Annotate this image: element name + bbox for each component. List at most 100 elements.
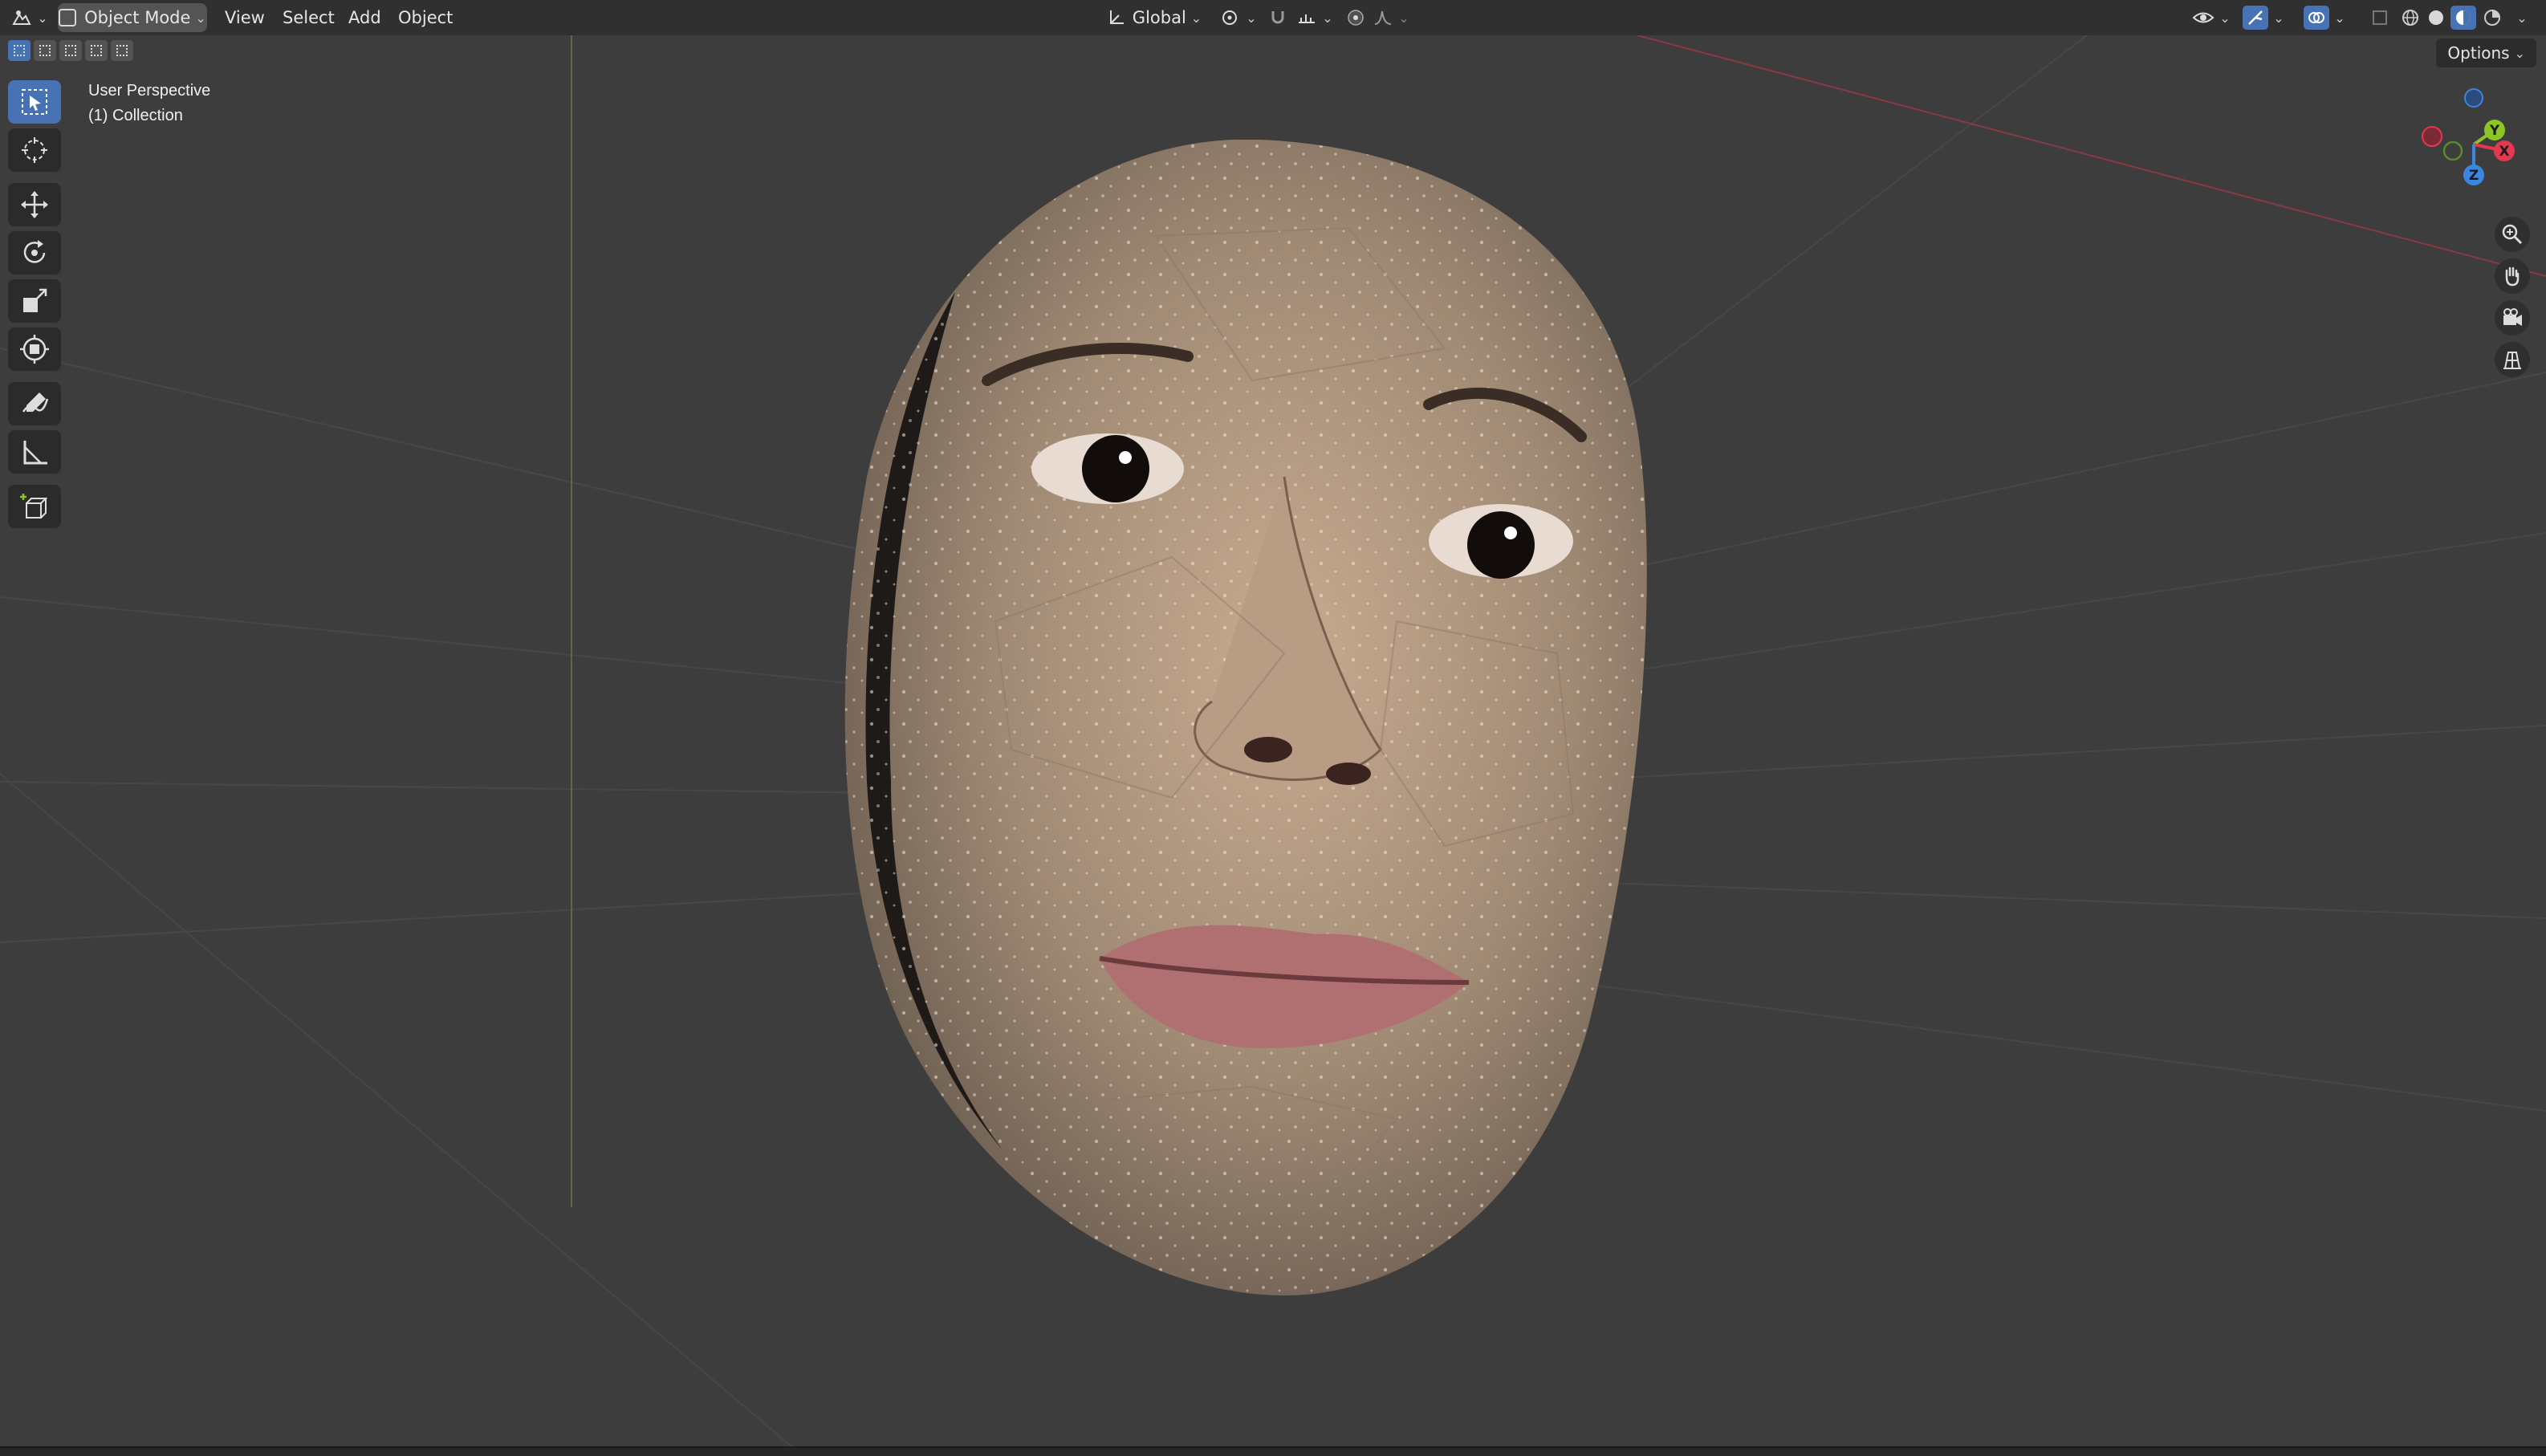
select-invert-button[interactable]: [85, 40, 108, 61]
grid-icon: [2503, 352, 2521, 369]
add-cube-icon: [20, 494, 48, 519]
menu-add[interactable]: Add: [344, 3, 386, 32]
move-tool[interactable]: [8, 183, 61, 226]
measure-tool[interactable]: [8, 430, 61, 474]
select-subtract-button[interactable]: [59, 40, 82, 61]
shading-options-dropdown[interactable]: ⌄: [2507, 3, 2532, 32]
chevron-down-icon: ⌄: [1246, 10, 1257, 26]
rendered-shading-icon: [2484, 10, 2500, 26]
snap-toggle[interactable]: [1265, 3, 1291, 32]
shading-solid[interactable]: [2424, 3, 2448, 32]
scale-tool[interactable]: [8, 279, 61, 323]
menu-object[interactable]: Object: [393, 3, 458, 32]
measure-icon: [23, 441, 47, 465]
shading-material-preview[interactable]: [2450, 3, 2477, 32]
solid-shading-icon: [2429, 10, 2443, 25]
orientation-icon: [1109, 10, 1124, 24]
object-mode-icon: [59, 9, 77, 26]
camera-view-button[interactable]: [2495, 300, 2530, 336]
neg-y-handle: [2442, 140, 2463, 161]
chevron-down-icon: ⌄: [37, 10, 48, 26]
snap-target-dropdown[interactable]: ⌄: [1294, 3, 1336, 32]
chevron-down-icon: ⌄: [2334, 10, 2345, 26]
add-cube-tool[interactable]: [8, 485, 61, 528]
menu-view[interactable]: View: [220, 3, 270, 32]
select-new-button[interactable]: [8, 40, 31, 61]
ortho-toggle-button[interactable]: [2495, 342, 2530, 377]
xray-toggle[interactable]: [2368, 3, 2392, 32]
chevron-down-icon: ⌄: [1398, 10, 1409, 26]
options-label: Options: [2447, 43, 2510, 63]
falloff-dropdown[interactable]: ⌄: [1371, 3, 1411, 32]
mode-label: Object Mode: [84, 8, 191, 27]
proportional-edit-toggle[interactable]: [1344, 3, 1368, 32]
mode-selector[interactable]: Object Mode ⌄: [58, 3, 207, 32]
select-intersect-button[interactable]: [111, 40, 133, 61]
perspective-label: User Perspective: [88, 82, 211, 100]
select-intersect-icon: [116, 45, 128, 56]
magnet-icon: [1271, 11, 1284, 24]
neg-x-handle: [2422, 126, 2442, 147]
xray-icon: [2373, 10, 2387, 25]
proportional-edit-icon: [1348, 10, 1364, 26]
viewport-header: ⌄ Object Mode ⌄ View Select Add Object G…: [0, 0, 2546, 35]
gizmo-icon: [2248, 10, 2263, 25]
falloff-icon: [1375, 10, 1392, 25]
shading-wireframe[interactable]: [2398, 3, 2422, 32]
pivot-point-dropdown[interactable]: ⌄: [1218, 3, 1259, 32]
cursor-tool[interactable]: [8, 128, 61, 172]
annotate-icon: [22, 392, 49, 413]
hand-icon: [2505, 266, 2520, 287]
select-box-tool[interactable]: [8, 80, 61, 124]
wireframe-shading-icon: [2402, 10, 2418, 26]
select-extend-button[interactable]: [34, 40, 56, 61]
neg-z-handle: [2464, 88, 2483, 108]
select-extend-icon: [39, 45, 51, 56]
x-axis-label: X: [2499, 144, 2509, 160]
navigation-gizmo[interactable]: Y X Z: [2400, 77, 2520, 205]
chevron-down-icon: ⌄: [2273, 10, 2284, 26]
3d-viewport[interactable]: User Perspective (1) Collection Options …: [0, 35, 2546, 1456]
zoom-button[interactable]: [2495, 217, 2530, 252]
status-bar: [0, 1446, 2546, 1456]
overlays-icon: [2308, 12, 2325, 23]
chevron-down-icon: ⌄: [2219, 10, 2231, 26]
selection-mode-strip: [8, 40, 133, 64]
chevron-down-icon: ⌄: [1190, 10, 1202, 26]
editor-type-button[interactable]: ⌄: [10, 3, 50, 32]
orientation-label: Global: [1132, 8, 1186, 27]
pan-button[interactable]: [2495, 258, 2530, 294]
material-preview-icon: [2456, 10, 2471, 25]
pivot-icon: [1222, 10, 1238, 25]
transform-tool[interactable]: [8, 327, 61, 371]
shading-rendered[interactable]: [2480, 3, 2504, 32]
face-mesh-object[interactable]: [835, 140, 1670, 1312]
options-dropdown[interactable]: Options ⌄: [2436, 39, 2536, 67]
cursor-icon: [22, 137, 47, 163]
rotate-tool[interactable]: [8, 231, 61, 275]
chevron-down-icon: ⌄: [1322, 10, 1333, 26]
zoom-icon: [2502, 224, 2523, 245]
chevron-down-icon: ⌄: [195, 10, 206, 26]
overlays-toggle[interactable]: ⌄: [2302, 3, 2347, 32]
transform-icon: [20, 335, 49, 364]
eye-icon: [2192, 12, 2215, 23]
snap-increment-icon: [1299, 14, 1316, 23]
select-subtract-icon: [65, 45, 76, 56]
transform-orientation-dropdown[interactable]: Global ⌄: [1100, 3, 1209, 32]
annotate-tool[interactable]: [8, 382, 61, 425]
y-axis-label: Y: [2489, 123, 2500, 139]
z-axis-label: Z: [2469, 168, 2479, 184]
gizmo-toggle[interactable]: ⌄: [2241, 3, 2286, 32]
camera-icon: [2503, 308, 2522, 326]
visibility-dropdown[interactable]: ⌄: [2191, 3, 2231, 32]
rotate-icon: [23, 240, 46, 263]
chevron-down-icon: ⌄: [2516, 10, 2528, 26]
scale-icon: [23, 288, 47, 312]
collection-label: (1) Collection: [88, 107, 183, 124]
move-icon: [21, 191, 48, 218]
select-box-icon: [22, 89, 47, 115]
viewport-info: User Perspective (1) Collection: [88, 79, 210, 128]
menu-select[interactable]: Select: [278, 3, 340, 32]
select-invert-icon: [91, 45, 102, 56]
